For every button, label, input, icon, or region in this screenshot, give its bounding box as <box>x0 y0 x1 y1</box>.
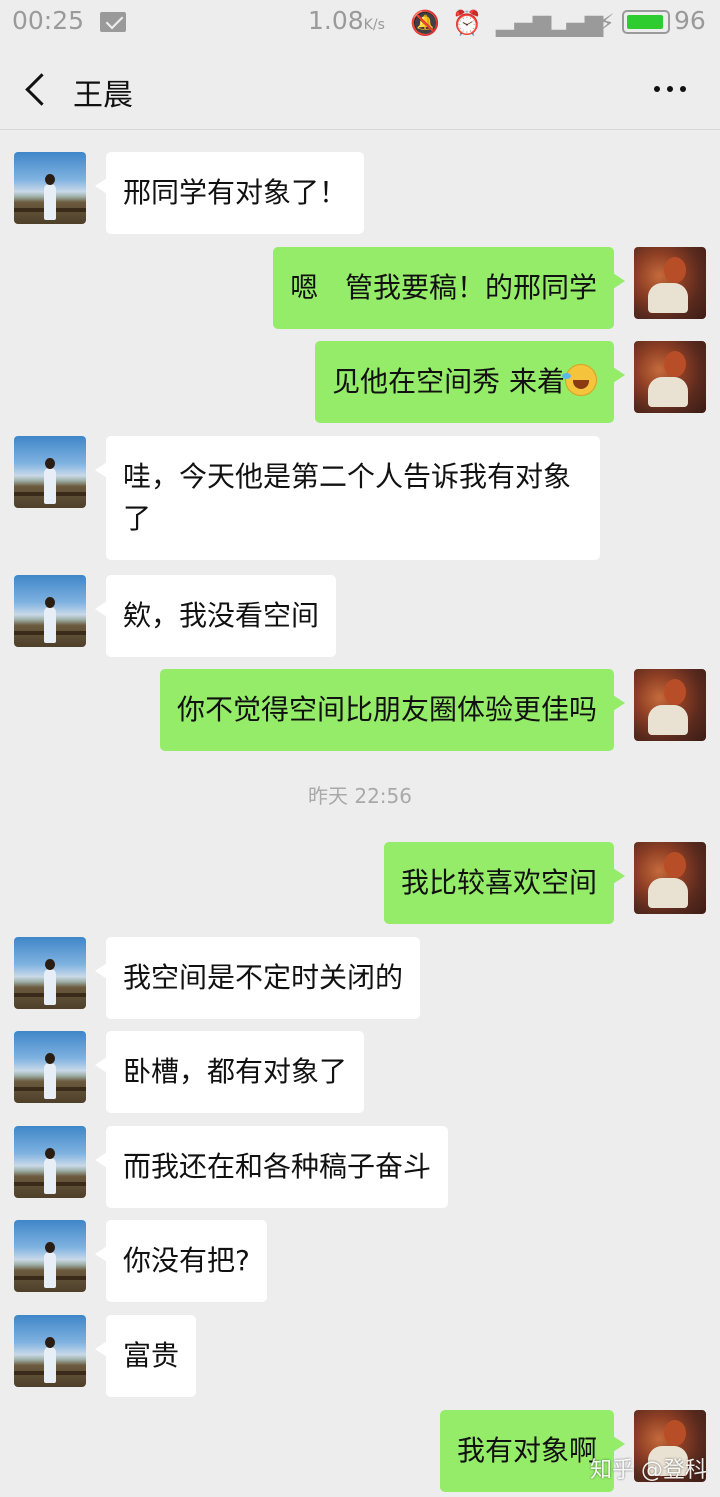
avatar-self[interactable] <box>634 842 706 914</box>
avatar-figure <box>44 959 56 1005</box>
battery-percent: 96 <box>674 6 706 35</box>
battery-icon <box>622 10 670 34</box>
avatar-hair <box>664 351 686 377</box>
message-text: 见他在空间秀 来着 <box>332 365 565 398</box>
message-bubble-received[interactable]: 欸，我没看空间 <box>94 575 337 657</box>
avatar-figure <box>44 1242 56 1288</box>
avatar-body <box>648 283 688 313</box>
alarm-icon: ⏰ <box>452 9 482 37</box>
message-bubble-sent[interactable]: 我比较喜欢空间 <box>383 842 626 924</box>
message-bubble-received[interactable]: 哇，今天他是第二个人告诉我有对象了 <box>95 436 600 560</box>
avatar-contact[interactable] <box>14 1031 86 1103</box>
message-bubble-sent[interactable]: 见他在空间秀 来着 <box>315 341 625 423</box>
avatar-contact[interactable] <box>14 937 86 1009</box>
avatar-contact[interactable] <box>14 1220 86 1292</box>
avatar-figure <box>44 597 56 643</box>
avatar-hair <box>664 1420 686 1446</box>
avatar-contact[interactable] <box>14 1315 86 1387</box>
avatar-figure <box>44 1148 56 1194</box>
avatar-hair <box>664 257 686 283</box>
message-bubble-received[interactable]: 而我还在和各种稿子奋斗 <box>94 1126 449 1208</box>
more-dots-icon[interactable] <box>650 86 690 94</box>
avatar-figure <box>44 1053 56 1099</box>
avatar-self[interactable] <box>634 341 706 413</box>
avatar-contact[interactable] <box>14 575 86 647</box>
message-timestamp: 昨天 22:56 <box>308 784 412 808</box>
avatar-contact[interactable] <box>14 152 86 224</box>
message-bubble-received[interactable]: 邢同学有对象了！ <box>94 152 365 234</box>
message-bubble-sent[interactable]: 嗯 管我要稿！的邢同学 <box>273 247 625 329</box>
avatar-body <box>648 377 688 407</box>
dot <box>654 86 660 92</box>
network-speed: 1.08K/s <box>308 6 385 35</box>
avatar-contact[interactable] <box>14 436 86 508</box>
message-bubble-sent[interactable]: 我有对象啊 <box>439 1410 626 1492</box>
chat-title: 王晨 <box>73 78 133 113</box>
avatar-hair <box>664 679 686 705</box>
avatar-body <box>648 878 688 908</box>
chat-header: 王晨 <box>0 46 720 130</box>
dot <box>667 86 673 92</box>
avatar-hair <box>664 852 686 878</box>
message-bubble-received[interactable]: 我空间是不定时关闭的 <box>94 937 421 1019</box>
avatar-figure <box>44 174 56 220</box>
avatar-body <box>648 705 688 735</box>
network-speed-value: 1.08 <box>308 6 364 35</box>
signal-icon-2: ▂▄▆ <box>548 9 604 37</box>
dot <box>680 86 686 92</box>
message-bubble-received[interactable]: 你没有把? <box>95 1220 267 1302</box>
mail-icon <box>100 12 126 32</box>
avatar-contact[interactable] <box>14 1126 86 1198</box>
status-bar: 00:25 1.08K/s 🔕 ⏰ ▂▄▆ ▂▄▆ ⚡ 96 <box>0 0 720 46</box>
signal-icon: ▂▄▆ <box>496 9 552 37</box>
status-time: 00:25 <box>12 6 85 35</box>
message-bubble-received[interactable]: 卧槽，都有对象了 <box>94 1031 365 1113</box>
avatar-self[interactable] <box>634 669 706 741</box>
network-speed-unit: K/s <box>363 17 385 33</box>
mute-icon: 🔕 <box>410 9 440 37</box>
avatar-self[interactable] <box>634 247 706 319</box>
message-bubble-sent[interactable]: 你不觉得空间比朋友圈体验更佳吗 <box>159 669 626 751</box>
chevron-left-icon[interactable] <box>22 72 50 106</box>
laughing-tears-emoji-icon <box>562 364 597 396</box>
avatar-figure <box>44 1337 56 1383</box>
avatar-figure <box>44 458 56 504</box>
charging-icon: ⚡ <box>598 9 615 37</box>
message-bubble-received[interactable]: 富贵 <box>94 1315 197 1397</box>
watermark: 知乎 @登科 <box>590 1458 707 1483</box>
battery-fill <box>627 15 664 29</box>
